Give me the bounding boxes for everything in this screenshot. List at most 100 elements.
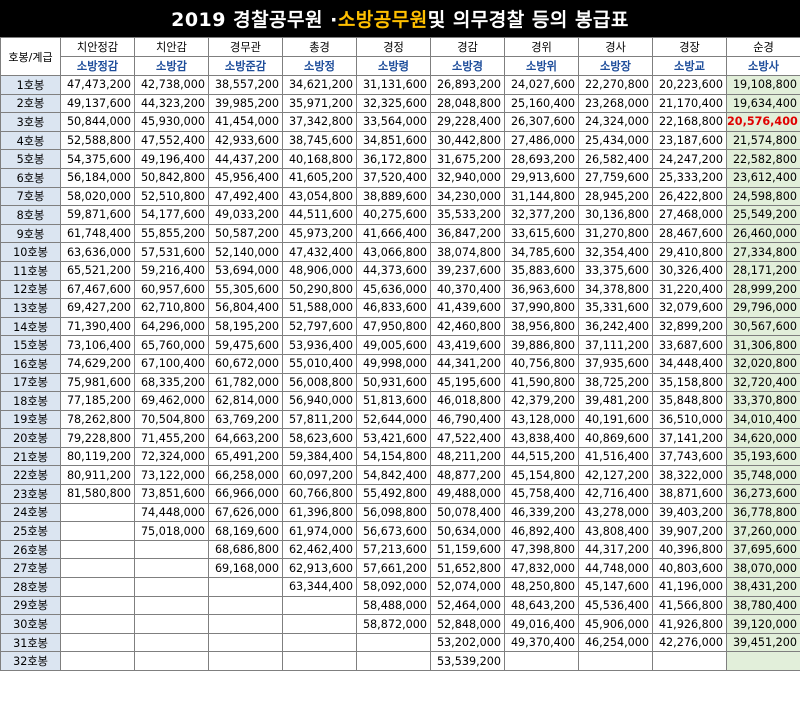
salary-cell: 34,010,400 (726, 409, 800, 430)
salary-cell: 69,168,000 (208, 558, 283, 579)
salary-cell: 71,455,200 (134, 428, 209, 448)
rank-step-header: 호봉/계급 (0, 37, 61, 76)
salary-cell: 47,552,400 (134, 130, 209, 151)
salary-cell: 41,516,400 (578, 446, 653, 467)
salary-cell: 57,531,600 (134, 242, 209, 262)
fire-rank-header: 소방경 (430, 56, 505, 76)
salary-cell: 67,626,000 (208, 502, 283, 523)
fire-rank-header: 소방사 (726, 56, 800, 76)
salary-cell: 36,778,800 (726, 502, 800, 523)
salary-cell: 25,333,200 (652, 167, 727, 188)
salary-cell: 69,462,000 (134, 391, 209, 411)
salary-cell: 40,191,600 (578, 409, 653, 430)
salary-cell: 49,370,400 (504, 632, 579, 653)
salary-cell: 27,759,600 (578, 167, 653, 188)
salary-cell: 33,687,600 (652, 335, 727, 355)
salary-cell: 69,427,200 (60, 298, 135, 318)
salary-cell: 50,842,800 (134, 167, 209, 188)
page-title: 2019 경찰공무원 · 소방공무원 및 의무경찰 등의 봉급표 (0, 0, 800, 37)
salary-cell: 27,468,000 (652, 205, 727, 225)
salary-cell: 62,913,600 (282, 558, 357, 579)
salary-cell: 66,258,000 (208, 465, 283, 486)
salary-cell: 60,766,800 (282, 484, 357, 504)
salary-cell: 53,936,400 (282, 335, 357, 355)
salary-cell: 53,421,600 (356, 428, 431, 448)
salary-cell: 46,833,600 (356, 298, 431, 318)
salary-cell (652, 651, 727, 671)
salary-cell: 43,808,400 (578, 521, 653, 541)
salary-cell: 34,785,600 (504, 242, 579, 262)
fire-rank-header: 소방정 (282, 56, 357, 76)
step-label: 27호봉 (0, 558, 61, 579)
salary-cell: 65,760,000 (134, 335, 209, 355)
salary-cell (134, 595, 209, 616)
salary-cell: 75,018,000 (134, 521, 209, 541)
salary-cell: 45,758,400 (504, 484, 579, 504)
salary-cell: 52,797,600 (282, 316, 357, 337)
salary-cell: 34,851,600 (356, 130, 431, 151)
salary-cell: 34,448,400 (652, 353, 727, 374)
step-label: 25호봉 (0, 521, 61, 541)
salary-cell: 35,971,200 (282, 93, 357, 114)
step-label: 20호봉 (0, 428, 61, 448)
salary-cell (208, 651, 283, 671)
salary-cell: 44,323,200 (134, 93, 209, 114)
salary-cell: 52,848,000 (430, 614, 505, 634)
salary-cell: 33,564,000 (356, 112, 431, 132)
salary-cell: 54,154,800 (356, 446, 431, 467)
salary-cell: 39,985,200 (208, 93, 283, 114)
salary-cell: 31,144,800 (504, 186, 579, 207)
salary-cell: 42,276,000 (652, 632, 727, 653)
salary-cell: 40,275,600 (356, 205, 431, 225)
salary-cell: 25,160,400 (504, 93, 579, 114)
salary-cell: 43,838,400 (504, 428, 579, 448)
salary-cell: 35,158,800 (652, 372, 727, 393)
salary-cell: 62,814,000 (208, 391, 283, 411)
salary-cell: 55,010,400 (282, 353, 357, 374)
step-label: 32호봉 (0, 651, 61, 671)
salary-cell: 41,666,400 (356, 223, 431, 244)
table-row: 12호봉 67,467,600 60,957,600 55,305,600 50,290… (0, 279, 800, 300)
salary-cell: 47,398,800 (504, 539, 579, 560)
salary-cell: 53,539,200 (430, 651, 505, 671)
salary-cell: 22,270,800 (578, 75, 653, 95)
table-row: 7호봉 58,020,000 52,510,800 47,492,400 43,054,… (0, 186, 800, 207)
salary-cell: 44,748,000 (578, 558, 653, 579)
salary-cell: 48,643,200 (504, 595, 579, 616)
salary-cell: 20,576,400 (726, 112, 800, 132)
salary-cell: 41,590,800 (504, 372, 579, 393)
salary-cell (60, 595, 135, 616)
salary-cell: 59,384,400 (282, 446, 357, 467)
salary-cell: 58,623,600 (282, 428, 357, 448)
salary-cell: 28,171,200 (726, 260, 800, 281)
salary-cell: 23,612,400 (726, 167, 800, 188)
salary-cell: 30,136,800 (578, 205, 653, 225)
salary-cell: 39,451,200 (726, 632, 800, 653)
salary-cell: 80,911,200 (60, 465, 135, 486)
salary-cell: 62,710,800 (134, 298, 209, 318)
salary-cell: 51,159,600 (430, 539, 505, 560)
salary-cell: 52,464,000 (430, 595, 505, 616)
table-row: 20호봉 79,228,800 71,455,200 64,663,200 58,623… (0, 428, 800, 448)
salary-cell: 52,074,000 (430, 577, 505, 597)
salary-cell: 24,598,800 (726, 186, 800, 207)
salary-cell: 36,242,400 (578, 316, 653, 337)
salary-cell: 27,334,800 (726, 242, 800, 262)
salary-cell (208, 614, 283, 634)
salary-cell: 59,475,600 (208, 335, 283, 355)
table-row: 13호봉 69,427,200 62,710,800 56,804,400 51,588… (0, 298, 800, 318)
salary-cell: 41,454,000 (208, 112, 283, 132)
salary-cell: 58,872,000 (356, 614, 431, 634)
salary-cell: 31,675,200 (430, 149, 505, 169)
salary-cell: 54,375,600 (60, 149, 135, 169)
salary-cell: 56,673,600 (356, 521, 431, 541)
salary-cell: 45,930,000 (134, 112, 209, 132)
step-label: 16호봉 (0, 353, 61, 374)
step-label: 21호봉 (0, 446, 61, 467)
salary-cell (134, 577, 209, 597)
salary-cell: 50,078,400 (430, 502, 505, 523)
salary-cell: 50,290,800 (282, 279, 357, 300)
salary-cell (208, 577, 283, 597)
salary-cell: 55,855,200 (134, 223, 209, 244)
salary-cell: 28,048,800 (430, 93, 505, 114)
